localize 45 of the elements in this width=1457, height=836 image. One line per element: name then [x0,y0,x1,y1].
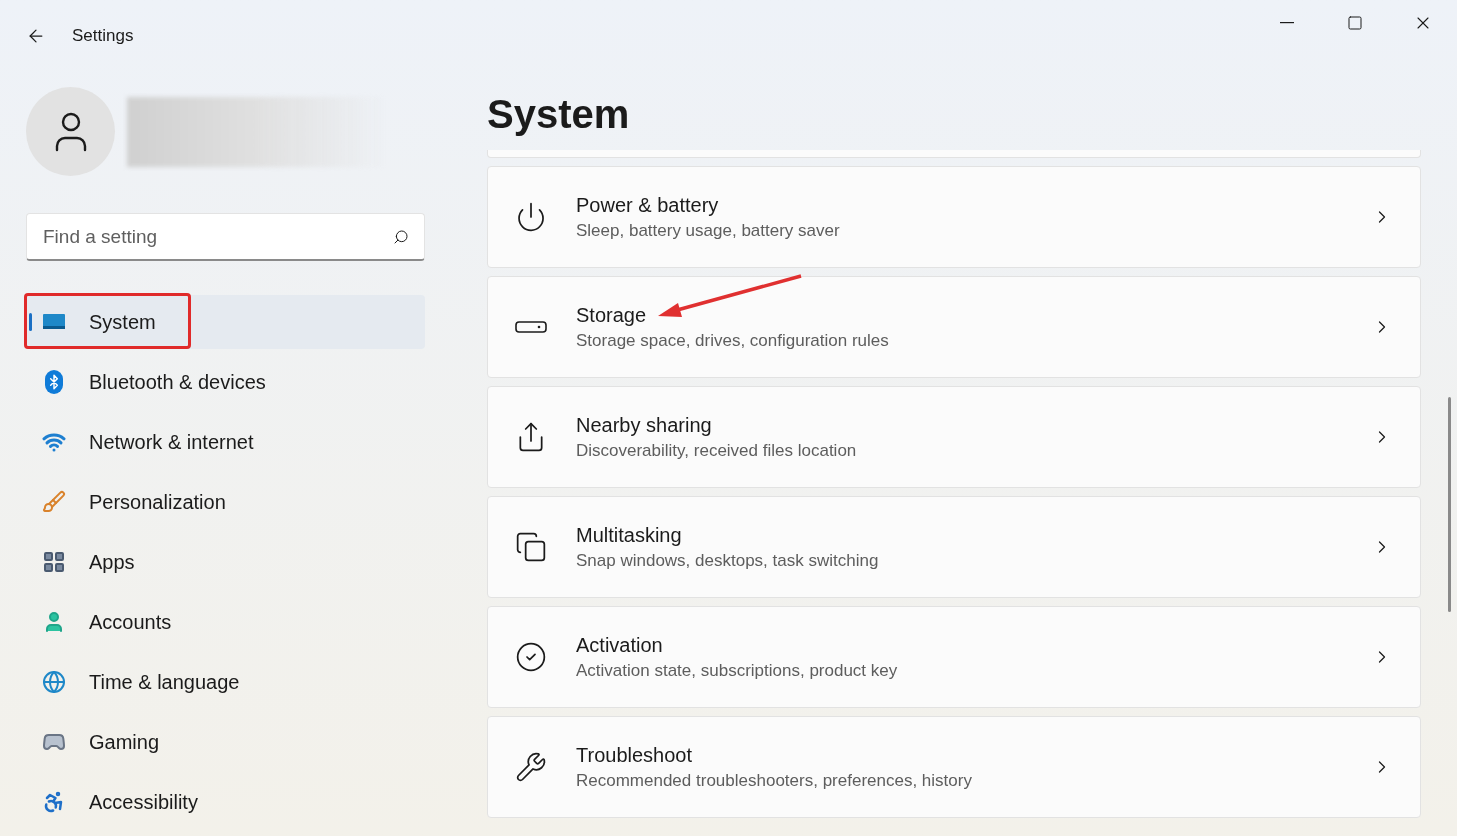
page-title: System [487,91,631,138]
card-subtitle: Discoverability, received files location [576,440,857,462]
globe-icon [42,670,66,694]
selection-indicator [29,313,32,331]
window-title: Settings [72,25,134,48]
drive-icon [515,321,547,333]
nav-item[interactable]: Accessibility [26,775,425,829]
nav-item[interactable]: Gaming [26,715,425,769]
card-subtitle: Recommended troubleshooters, preferences, history [576,770,972,792]
settings-card[interactable]: Power & battery Sleep, battery usage, battery saver [487,166,1421,268]
card-title: Storage [576,303,648,328]
power-icon [515,201,547,233]
card-subtitle: Storage space, drives, configuration rules [576,330,889,352]
nav-item[interactable]: Network & internet [26,415,425,469]
minimize-icon [1280,22,1294,24]
brush-icon [42,490,66,514]
nav-item[interactable]: Accounts [26,595,425,649]
maximize-icon [1347,15,1363,31]
card-subtitle: Sleep, battery usage, battery saver [576,220,840,242]
card-title: Power & battery [576,193,720,218]
card-title: Nearby sharing [576,413,713,438]
card-title: Troubleshoot [576,743,693,768]
settings-card[interactable]: Activation Activation state, subscriptions, product key [487,606,1421,708]
scrollbar-thumb[interactable] [1448,397,1451,612]
bluetooth-icon [45,370,63,394]
apps-icon [42,550,66,574]
card-subtitle: Snap windows, desktops, task switching [576,550,879,572]
nav-item[interactable]: Bluetooth & devices [26,355,425,409]
search-field[interactable]: Find a setting [26,213,425,261]
settings-card[interactable]: Troubleshoot Recommended troubleshooters, preferences, history [487,716,1421,818]
monitor-icon [42,312,66,332]
nav-item[interactable]: Personalization [26,475,425,529]
card-title: Multitasking [576,523,683,548]
nav-item[interactable]: Time & language [26,655,425,709]
settings-card[interactable]: Storage Storage space, drives, configuration rules [487,276,1421,378]
search-icon [393,229,409,245]
nav-item[interactable]: System [26,295,425,349]
wrench-icon [515,751,547,783]
card-title: Activation [576,633,664,658]
nav-item[interactable]: Apps [26,535,425,589]
windows-icon [515,531,547,563]
settings-card[interactable]: Nearby sharing Discoverability, received files location [487,386,1421,488]
card-subtitle: Activation state, subscriptions, product key [576,660,898,682]
settings-card[interactable]: Multitasking Snap windows, desktops, task switching [487,496,1421,598]
check-circle-icon [515,641,547,673]
